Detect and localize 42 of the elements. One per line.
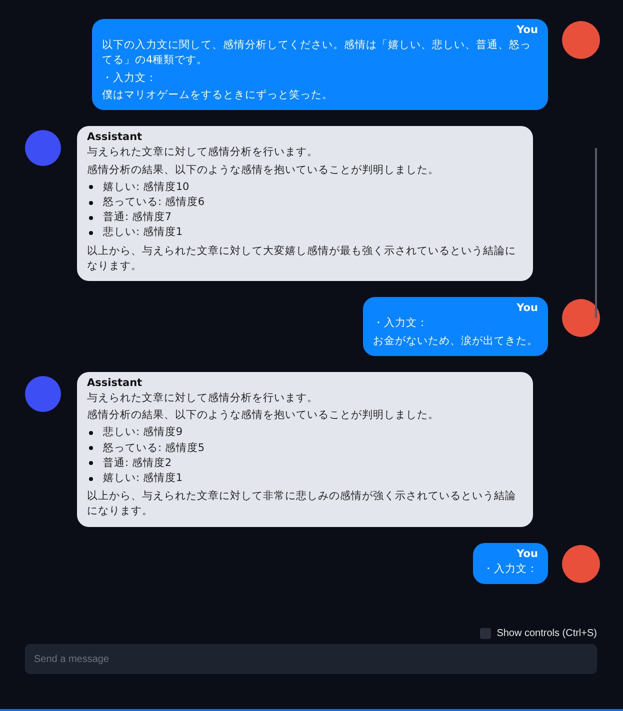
message-text: ・入力文： (483, 562, 538, 577)
list-item-text: 悲しい: 感情度1 (103, 225, 183, 240)
assistant-avatar (25, 130, 61, 166)
message-text: 感情分析の結果、以下のような感情を抱いていることが判明しました。 (87, 408, 439, 424)
message-text: 与えられた文章に対して感情分析を行います。 (87, 390, 318, 406)
list-item-text: 悲しい: 感情度9 (103, 425, 183, 440)
list-item-text: 嬉しい: 感情度10 (103, 180, 190, 195)
bullet-icon (89, 430, 93, 435)
bullet-icon (89, 185, 93, 190)
bullet-icon (89, 200, 93, 205)
message-text: お金がないため、涙が出てきた。 (373, 334, 538, 348)
list-item-text: 怒っている: 感情度6 (103, 194, 205, 210)
message-text: 感情分析の結果、以下のような感情を抱いていることが判明しました。 (87, 162, 439, 178)
checkbox-label: Show controls (Ctrl+S) (496, 628, 597, 639)
message-text: ・入力文： (373, 316, 429, 332)
message-text: 僕はマリオゲームをするときにずっと笑った。 (102, 88, 334, 103)
message-text: ・入力文： (102, 70, 158, 86)
list-item-text: 普通: 感情度2 (103, 456, 172, 471)
list-item-text: 怒っている: 感情度5 (103, 440, 205, 456)
author-name: Assistant (87, 130, 142, 146)
bullet-icon (89, 476, 93, 481)
assistant-avatar (25, 376, 61, 412)
message-input[interactable]: Send a message (25, 644, 597, 674)
list-item-text: 普通: 感情度7 (103, 210, 172, 226)
author-name: You (516, 546, 538, 562)
bullet-icon (89, 461, 93, 466)
scrollbar-thumb[interactable] (595, 148, 597, 318)
message-text: 与えられた文章に対して感情分析を行います。 (87, 145, 318, 160)
bullet-icon (89, 216, 93, 220)
message-text: 以上から、与えられた文章に対して非常に悲しみの感情が強く示されているという結論になります。 (87, 489, 517, 520)
author-name: You (516, 23, 538, 38)
bullet-icon (89, 446, 93, 450)
author-name: Assistant (87, 376, 142, 391)
author-name: You (516, 301, 538, 316)
checkbox[interactable] (480, 628, 491, 639)
message-text: 以上から、与えられた文章に対して大変嬉し感情が最も強く示されているという結論になります。 (87, 244, 517, 274)
bullet-icon (89, 231, 93, 236)
user-avatar (562, 299, 600, 338)
user-avatar (562, 544, 600, 583)
message-text: 以下の入力文に関して、感情分析してください。感情は「嬉しい、悲しい、普通、怒ってる」の4種類です。 (102, 38, 532, 68)
user-avatar (562, 21, 600, 59)
list-item-text: 嬉しい: 感情度1 (103, 471, 183, 486)
